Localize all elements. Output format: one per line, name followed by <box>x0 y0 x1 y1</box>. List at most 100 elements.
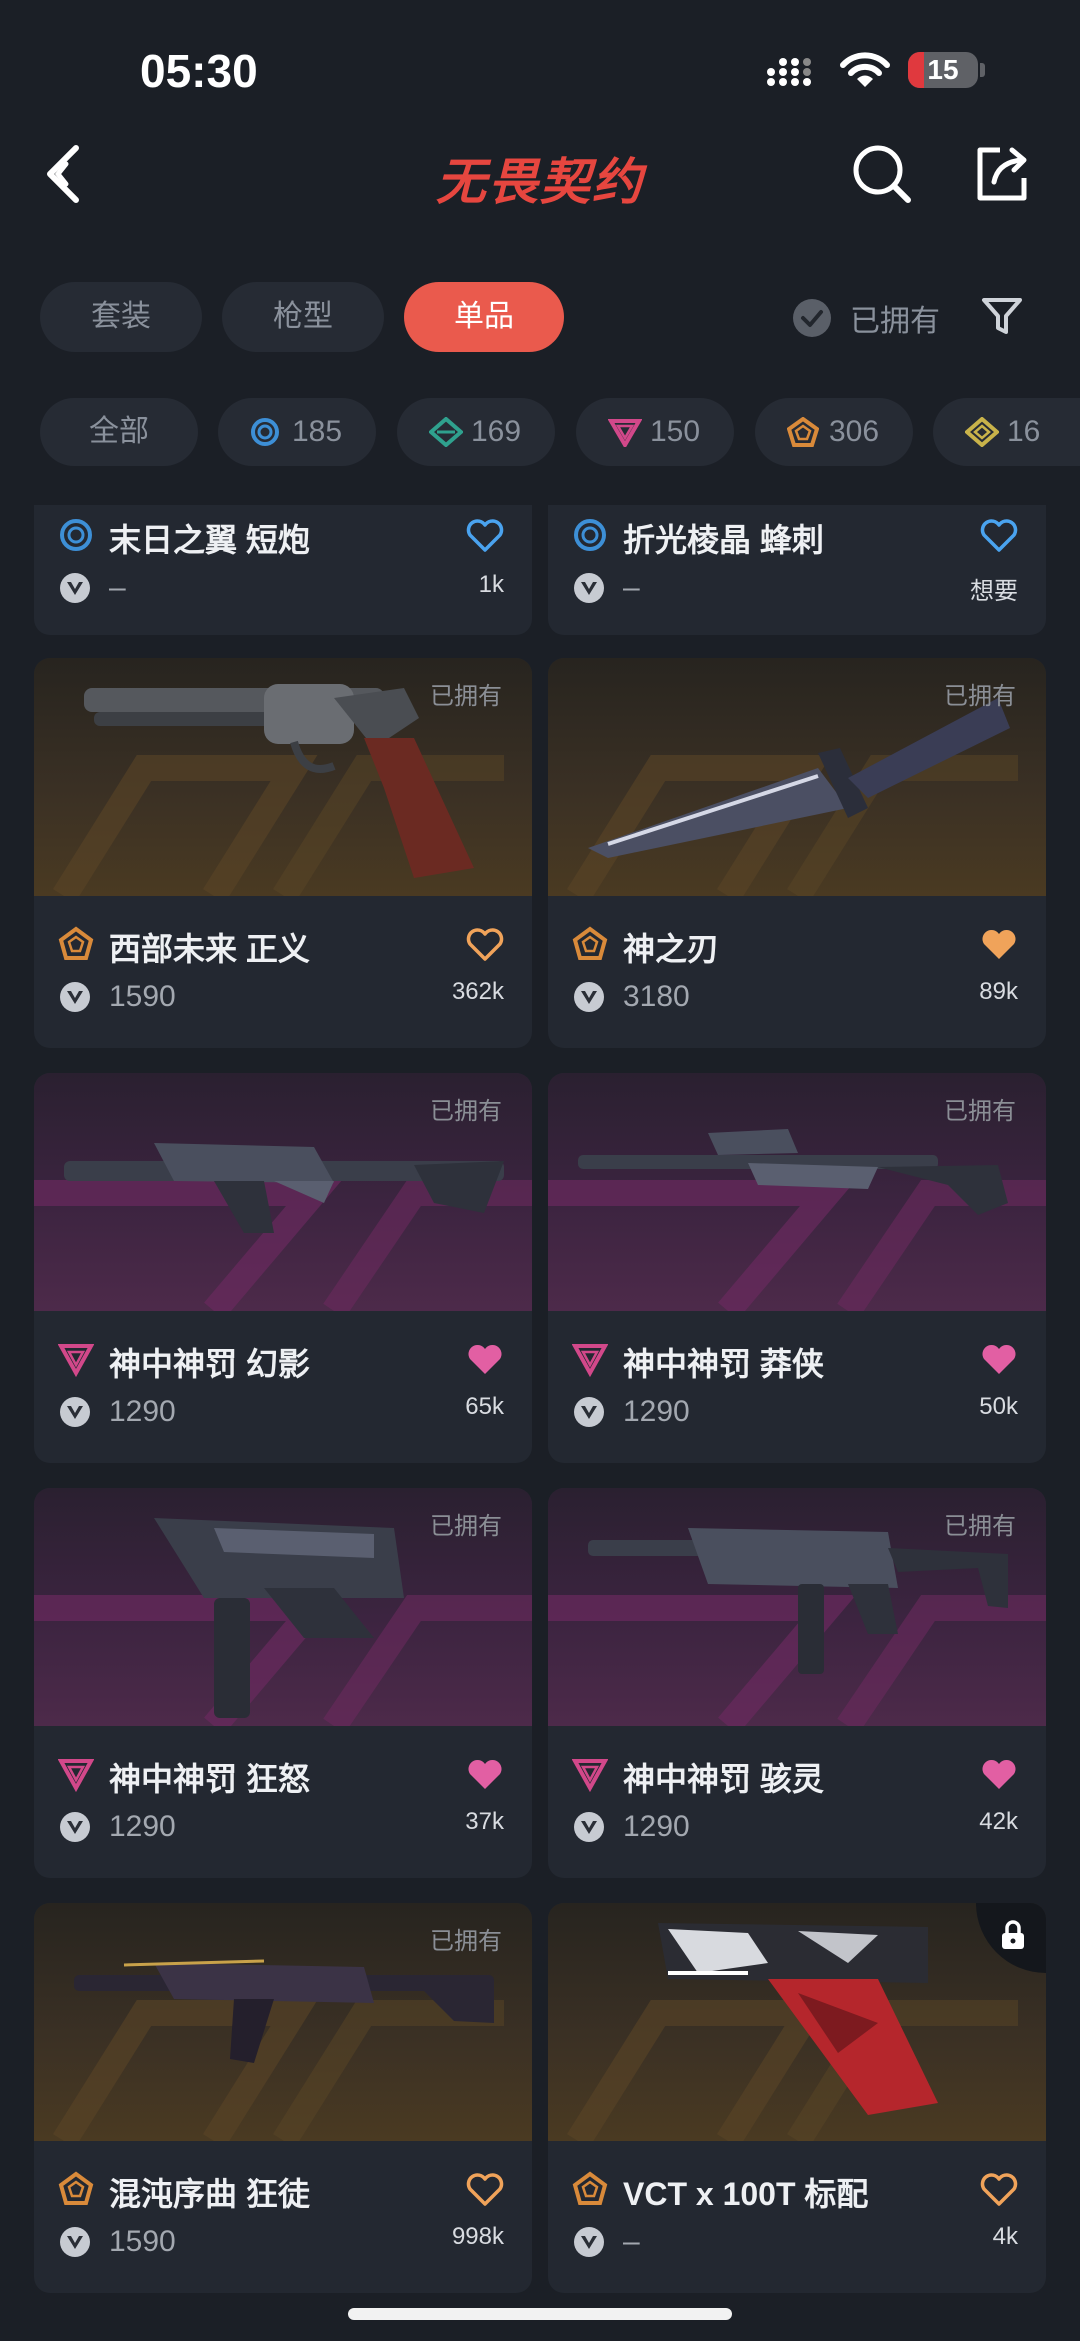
skin-name: 西部未来 正义 <box>109 931 310 967</box>
like-count: 1k <box>478 571 504 598</box>
tab-weapon-type[interactable]: 枪型 <box>222 282 384 352</box>
skin-card[interactable]: 已拥有 西部未来 正义 1590 362k <box>34 658 532 1048</box>
owned-check-icon[interactable] <box>792 298 832 338</box>
heart-outline-icon[interactable] <box>980 519 1018 553</box>
skin-name: VCT x 100T 标配 <box>623 2176 869 2212</box>
premium-tier-icon <box>608 419 642 447</box>
chip-all-label: 全部 <box>89 415 149 448</box>
chip-deluxe-tier[interactable]: 169 <box>397 398 555 466</box>
lock-icon <box>1002 1920 1024 1949</box>
heart-outline-icon[interactable] <box>980 2173 1018 2207</box>
like-count: 50k <box>979 1393 1018 1420</box>
skin-price: 1290 <box>623 1810 690 1843</box>
skin-image: 已拥有 <box>548 658 1046 896</box>
skin-price: 1290 <box>623 1395 690 1428</box>
share-icon[interactable] <box>970 142 1034 206</box>
select-tier-icon <box>251 418 279 446</box>
skin-card[interactable]: 已拥有 混沌序曲 狂徒 1590 998k <box>34 1903 532 2293</box>
cellular-signal-icon <box>767 58 811 86</box>
vp-currency-icon <box>574 1812 604 1842</box>
premium-tier-icon <box>572 1344 608 1377</box>
like-count: 42k <box>979 1808 1018 1835</box>
skin-name: 神中神罚 骇灵 <box>623 1761 824 1797</box>
vp-currency-icon <box>574 2227 604 2257</box>
heart-filled-icon[interactable] <box>466 1343 504 1377</box>
battery-level: 15 <box>927 54 959 85</box>
skin-name: 神中神罚 狂怒 <box>109 1761 310 1797</box>
filter-icon[interactable] <box>980 294 1024 338</box>
owned-tag: 已拥有 <box>430 683 502 710</box>
skin-card[interactable]: 折光棱晶 蜂刺 – 想要 <box>548 505 1046 635</box>
skin-name: 神之刃 <box>623 931 720 967</box>
skin-price: – <box>623 571 640 604</box>
skin-card[interactable]: VCT x 100T 标配 – 4k <box>548 1903 1046 2293</box>
premium-tier-icon <box>572 1759 608 1792</box>
like-count: 65k <box>465 1393 504 1420</box>
tab-suits[interactable]: 套装 <box>40 282 202 352</box>
skin-price: 1590 <box>109 2225 176 2258</box>
wifi-icon <box>840 52 890 87</box>
like-count: 89k <box>979 978 1018 1005</box>
skin-grid: 末日之翼 短炮 – 1k 折光棱晶 蜂刺 – 想要 已拥有 西部未来 正义 15… <box>0 505 1080 2295</box>
skin-image <box>548 1903 1046 2141</box>
premium-tier-icon <box>58 1344 94 1377</box>
skin-card[interactable]: 已拥有 神中神罚 幻影 1290 65k <box>34 1073 532 1463</box>
skin-image: 已拥有 <box>34 1903 532 2141</box>
skin-name: 神中神罚 莽侠 <box>623 1346 824 1382</box>
exclusive-tier-icon <box>572 926 608 960</box>
chip-premium-tier[interactable]: 150 <box>576 398 734 466</box>
battery-indicator: 15 <box>908 52 978 88</box>
tab-single-items[interactable]: 单品 <box>404 282 564 352</box>
exclusive-tier-icon <box>572 2171 608 2205</box>
skin-price: 1290 <box>109 1810 176 1843</box>
heart-filled-icon[interactable] <box>980 1343 1018 1377</box>
heart-filled-icon[interactable] <box>980 928 1018 962</box>
vp-currency-icon <box>60 1812 90 1842</box>
vp-currency-icon <box>574 1397 604 1427</box>
skin-card[interactable]: 已拥有 神中神罚 骇灵 1290 42k <box>548 1488 1046 1878</box>
skin-price: 3180 <box>623 980 690 1013</box>
skin-image: 已拥有 <box>34 658 532 896</box>
chip-select-count: 185 <box>292 415 343 448</box>
skin-card[interactable]: 已拥有 神之刃 3180 89k <box>548 658 1046 1048</box>
skin-card[interactable]: 已拥有 神中神罚 莽侠 1290 50k <box>548 1073 1046 1463</box>
skin-name: 折光棱晶 蜂刺 <box>623 522 824 558</box>
heart-outline-icon[interactable] <box>466 2173 504 2207</box>
chip-exclusive-tier[interactable]: 306 <box>755 398 913 466</box>
skin-image: 已拥有 <box>548 1488 1046 1726</box>
premium-tier-icon <box>58 1759 94 1792</box>
vp-currency-icon <box>60 982 90 1012</box>
chip-select-tier[interactable]: 185 <box>218 398 376 466</box>
like-count: 362k <box>451 978 504 1005</box>
skin-card[interactable]: 末日之翼 短炮 – 1k <box>34 505 532 635</box>
heart-outline-icon[interactable] <box>466 928 504 962</box>
exclusive-tier-icon <box>58 926 94 960</box>
like-count: 37k <box>465 1808 504 1835</box>
heart-filled-icon[interactable] <box>980 1758 1018 1792</box>
home-indicator[interactable] <box>348 2308 732 2320</box>
vp-currency-icon <box>60 2227 90 2257</box>
deluxe-tier-icon <box>429 417 463 447</box>
skin-price: 1590 <box>109 980 176 1013</box>
app-logo: 无畏契约 <box>436 154 644 210</box>
like-count: 998k <box>451 2223 504 2250</box>
select-tier-icon <box>60 519 92 551</box>
chip-all[interactable]: 全部 <box>40 398 198 466</box>
classic-pistol-image <box>658 1923 938 2115</box>
skin-price: 1290 <box>109 1395 176 1428</box>
owned-filter-label[interactable]: 已拥有 <box>850 296 940 340</box>
exclusive-tier-icon <box>787 417 819 447</box>
owned-tag: 已拥有 <box>944 1513 1016 1540</box>
skin-card[interactable]: 已拥有 神中神罚 狂怒 1290 37k <box>34 1488 532 1878</box>
select-tier-icon <box>574 519 606 551</box>
vp-currency-icon <box>574 573 604 603</box>
heart-outline-icon[interactable] <box>466 519 504 553</box>
owned-tag: 已拥有 <box>430 1098 502 1125</box>
heart-filled-icon[interactable] <box>466 1758 504 1792</box>
search-icon[interactable] <box>850 142 914 206</box>
chip-ultra-count: 16 <box>1007 415 1041 448</box>
chip-ultra-tier[interactable]: 16 <box>933 398 1080 466</box>
skin-image: 已拥有 <box>548 1073 1046 1311</box>
chip-deluxe-count: 169 <box>471 415 522 448</box>
vp-currency-icon <box>574 982 604 1012</box>
